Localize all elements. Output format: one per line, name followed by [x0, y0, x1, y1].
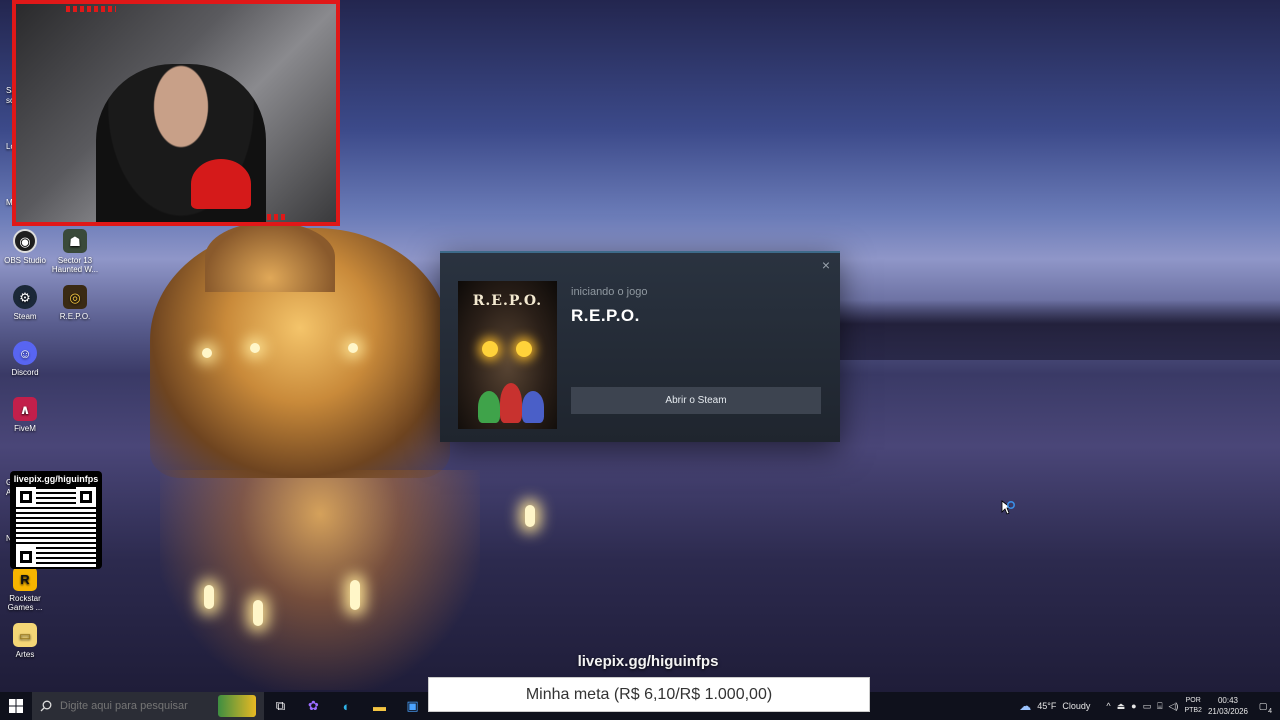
- steam-icon: ⚙: [13, 285, 37, 309]
- chevron-up-icon[interactable]: ^: [1106, 701, 1110, 711]
- wallpaper-light: [202, 348, 212, 358]
- obs-icon: ◉: [13, 229, 37, 253]
- language-indicator[interactable]: POR PTB2: [1184, 696, 1202, 716]
- notification-icon: ▢: [1258, 700, 1268, 711]
- clock-time: 00:43: [1217, 696, 1238, 705]
- busy-cursor-icon: [1001, 500, 1016, 515]
- weather-cloudy-icon: ☁: [1019, 699, 1032, 713]
- qr-code: [16, 487, 96, 567]
- taskbar-search[interactable]: [32, 692, 264, 720]
- repo-icon: ◎: [63, 285, 87, 309]
- webcam-frame-accent: [66, 6, 116, 12]
- weather-text[interactable]: Cloudy: [1062, 701, 1090, 711]
- desktop-icon-artes[interactable]: ▭ Artes: [0, 623, 53, 659]
- desktop-icon-label: Discord: [11, 368, 39, 377]
- goal-text: Minha meta (R$ 6,10/R$ 1.000,00): [525, 685, 773, 703]
- clock[interactable]: 00:43 21/03/2026: [1208, 695, 1248, 717]
- game-cover-art: R.E.P.O.: [458, 281, 557, 429]
- lang-bottom: PTB2: [1184, 707, 1202, 714]
- display-icon[interactable]: ▭: [1143, 701, 1152, 712]
- desktop-icon-sector13[interactable]: ☗ Sector 13 Haunted W...: [47, 229, 103, 274]
- qr-finder: [16, 547, 36, 567]
- cover-eye: [516, 341, 532, 357]
- folder-icon: ▭: [13, 623, 37, 647]
- livepix-qr-widget: livepix.gg/higuinfps: [10, 471, 102, 569]
- fivem-icon: ∧: [13, 397, 37, 421]
- open-steam-button[interactable]: Abrir o Steam: [571, 387, 821, 414]
- store-icon: ▣: [406, 698, 419, 713]
- taskbar-app-edge[interactable]: ◐: [330, 692, 363, 720]
- taskbar-app-store[interactable]: ▣: [396, 692, 429, 720]
- clock-date: 21/03/2026: [1207, 707, 1248, 716]
- wallpaper-light: [253, 600, 263, 626]
- task-view-icon: ⧉: [275, 698, 286, 713]
- search-highlight-icon: [218, 695, 256, 717]
- network-icon[interactable]: ⌸: [1157, 701, 1162, 712]
- wallpaper-palace: [150, 228, 450, 478]
- desktop-icon-label: Artes: [15, 650, 35, 659]
- lang-top: POR: [1185, 697, 1201, 704]
- cover-eye: [482, 341, 498, 357]
- desktop-icon-repo[interactable]: ◎ R.E.P.O.: [47, 285, 103, 321]
- wallpaper-light: [348, 343, 358, 353]
- notifications-button[interactable]: ▢ 4: [1254, 700, 1272, 715]
- microphone-icon[interactable]: ●: [1131, 701, 1136, 711]
- desktop-icon-obs[interactable]: ◉ OBS Studio: [0, 229, 53, 265]
- desktop-icon-label: Steam: [13, 312, 37, 321]
- desktop-icon-steam[interactable]: ⚙ Steam: [0, 285, 53, 321]
- wallpaper-light: [350, 580, 360, 610]
- cover-character: [478, 391, 500, 423]
- windows-icon: [9, 699, 23, 713]
- webcam-red-object: [191, 159, 251, 209]
- taskbar-app-explorer[interactable]: ▬: [363, 692, 396, 720]
- taskbar-app-copilot[interactable]: ✿: [297, 692, 330, 720]
- cover-character: [500, 383, 522, 423]
- wallpaper-reflection: [160, 470, 480, 690]
- cover-logo: R.E.P.O.: [472, 293, 543, 309]
- desktop-icon-label: Rockstar Games ...: [7, 594, 43, 612]
- qr-finder: [16, 487, 36, 507]
- system-tray: ☁ 45°F Cloudy ^ ⏏ ● ▭ ⌸ ◁) POR PTB2 00:4…: [1019, 692, 1280, 720]
- steam-launch-dialog: × R.E.P.O. iniciando o jogo R.E.P.O. Abr…: [440, 251, 840, 442]
- start-button[interactable]: [0, 692, 32, 720]
- folder-icon: ▬: [373, 698, 386, 714]
- webcam-overlay: [12, 0, 340, 226]
- weather-temp[interactable]: 45°F: [1037, 701, 1056, 711]
- game-title: R.E.P.O.: [571, 306, 640, 325]
- search-icon: [40, 700, 52, 712]
- notification-count: 4: [1268, 707, 1272, 715]
- copilot-icon: ✿: [308, 698, 319, 713]
- task-view-button[interactable]: ⧉: [264, 692, 297, 720]
- usb-icon[interactable]: ⏏: [1117, 701, 1126, 712]
- close-icon[interactable]: ×: [818, 257, 834, 273]
- overlay-donation-url: livepix.gg/higuinfps: [577, 653, 719, 670]
- cover-character: [522, 391, 544, 423]
- qr-finder: [76, 487, 96, 507]
- rockstar-icon: R: [13, 567, 37, 591]
- desktop-icon-rockstar[interactable]: R Rockstar Games ...: [0, 567, 53, 612]
- qr-label: livepix.gg/higuinfps: [13, 474, 99, 484]
- discord-icon: ☺: [13, 341, 37, 365]
- wallpaper-light: [250, 343, 260, 353]
- desktop-icon-discord[interactable]: ☺ Discord: [0, 341, 53, 377]
- wallpaper-dome: [205, 222, 335, 292]
- wallpaper-light: [204, 585, 214, 609]
- dialog-subtitle: iniciando o jogo: [571, 286, 648, 298]
- desktop-icon-fivem[interactable]: ∧ FiveM: [0, 397, 53, 433]
- edge-icon: ◐: [342, 698, 351, 714]
- wallpaper-light: [525, 505, 535, 527]
- donation-goal-bar: Minha meta (R$ 6,10/R$ 1.000,00): [428, 677, 870, 712]
- volume-icon[interactable]: ◁): [1169, 701, 1179, 712]
- desktop-icon-label: OBS Studio: [4, 256, 46, 265]
- desktop-icon-label: Sector 13 Haunted W...: [51, 256, 99, 274]
- search-input[interactable]: [60, 700, 210, 712]
- desktop-icon-label: R.E.P.O.: [59, 312, 91, 321]
- sector13-icon: ☗: [63, 229, 87, 253]
- desktop-icon-label: FiveM: [14, 424, 36, 433]
